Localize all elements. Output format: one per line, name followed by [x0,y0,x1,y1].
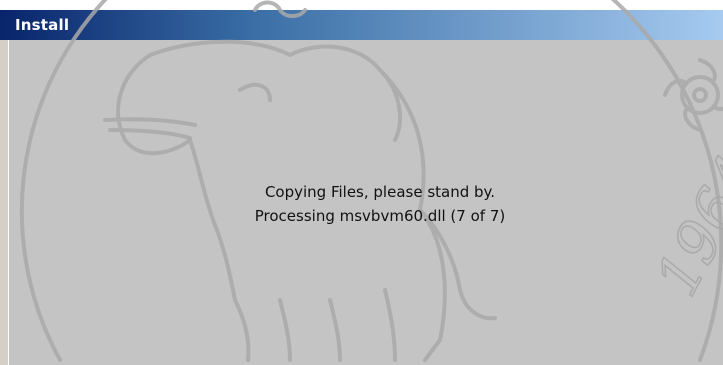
title-bar[interactable]: Install [0,10,723,40]
status-messages: Copying Files, please stand by. Processi… [0,180,723,228]
status-line-copying: Copying Files, please stand by. [264,183,496,201]
status-line-processing: Processing msvbvm60.dll (7 of 7) [254,207,506,225]
window-title: Install [15,16,70,34]
desktop-strip [0,0,723,10]
